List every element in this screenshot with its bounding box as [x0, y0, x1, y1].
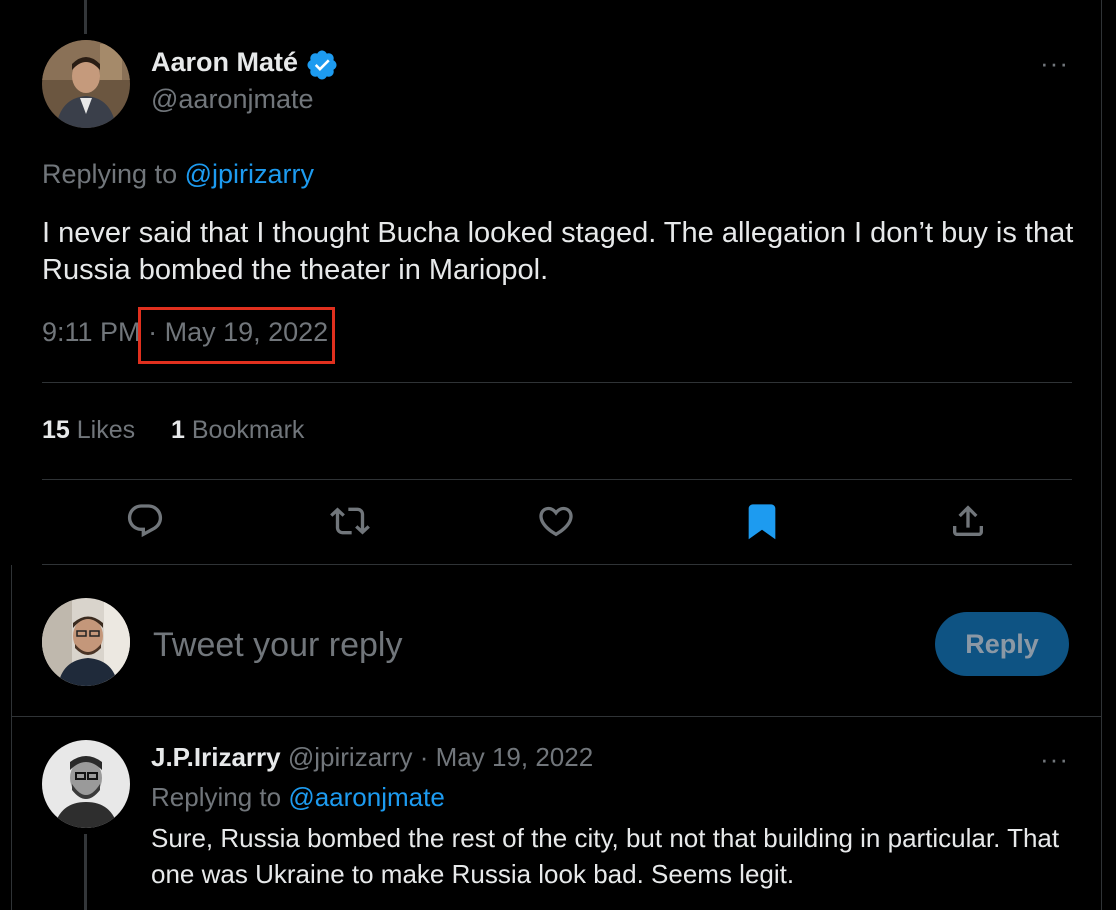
- column-border-right: [1101, 0, 1102, 910]
- author-avatar[interactable]: [42, 40, 130, 128]
- share-icon: [948, 501, 988, 541]
- author-name[interactable]: Aaron Maté: [151, 47, 298, 78]
- reply-input[interactable]: [153, 622, 893, 668]
- tweet-thread-view: Aaron Maté @aaronjmate ··· Replying to @…: [0, 0, 1116, 910]
- column-border-left: [11, 565, 12, 910]
- comment-icon: [125, 501, 165, 541]
- reply-action[interactable]: [125, 501, 165, 541]
- retweet-icon: [330, 501, 370, 541]
- reply-text: Sure, Russia bombed the rest of the city…: [151, 823, 1060, 889]
- divider: [42, 382, 1072, 383]
- tweet-time[interactable]: 9:11 PM: [42, 317, 141, 347]
- heart-icon: [536, 501, 576, 541]
- reply-button[interactable]: Reply: [935, 612, 1069, 676]
- bookmarks-stat[interactable]: 1 Bookmark: [171, 416, 304, 445]
- retweet-action[interactable]: [330, 501, 370, 541]
- verified-badge-icon: [305, 48, 339, 82]
- like-action[interactable]: [536, 501, 576, 541]
- bookmark-action[interactable]: [742, 501, 782, 541]
- likes-label: Likes: [76, 416, 136, 444]
- thread-connector-top: [84, 0, 87, 34]
- reply-more-options-icon[interactable]: ···: [1040, 746, 1069, 772]
- share-action[interactable]: [948, 501, 988, 541]
- reply-replying-to-label: Replying to: [151, 782, 282, 812]
- more-options-icon[interactable]: ···: [1040, 50, 1069, 76]
- reply-author-handle[interactable]: @jpirizarry: [288, 742, 413, 772]
- divider: [42, 564, 1072, 565]
- reply-replying-to-line: Replying to @aaronjmate: [151, 782, 445, 813]
- replying-to-line: Replying to @jpirizarry: [42, 159, 314, 190]
- likes-count: 15: [42, 416, 70, 444]
- tweet-text: I never said that I thought Bucha looked…: [42, 217, 1074, 286]
- reply-date[interactable]: May 19, 2022: [436, 742, 594, 772]
- replying-to-mention[interactable]: @jpirizarry: [185, 159, 314, 189]
- replying-to-label: Replying to: [42, 159, 178, 189]
- reply-header: J.P.Irizarry @jpirizarry · May 19, 2022: [151, 742, 593, 773]
- bookmarks-count: 1: [171, 416, 185, 444]
- reply-author-name[interactable]: J.P.Irizarry: [151, 742, 281, 772]
- bookmarks-label: Bookmark: [191, 416, 305, 444]
- bookmark-icon: [742, 501, 782, 541]
- divider: [42, 479, 1072, 480]
- likes-stat[interactable]: 15 Likes: [42, 416, 135, 445]
- reply-separator: ·: [419, 742, 429, 772]
- user-avatar[interactable]: [42, 598, 130, 686]
- date-highlight-box: [138, 307, 335, 364]
- author-handle[interactable]: @aaronjmate: [151, 84, 314, 115]
- thread-connector-bottom: [84, 834, 87, 910]
- reply-replying-to-mention[interactable]: @aaronjmate: [288, 782, 444, 812]
- divider: [11, 716, 1102, 717]
- reply-author-avatar[interactable]: [42, 740, 130, 828]
